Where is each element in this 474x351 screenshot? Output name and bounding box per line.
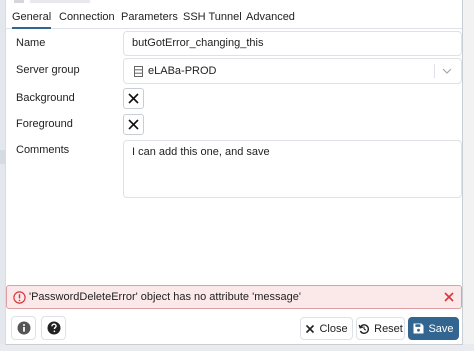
server-properties-dialog: General Connection Parameters SSH Tunnel…	[5, 0, 463, 345]
error-message: 'PasswordDeleteError' object has no attr…	[29, 291, 301, 303]
clear-color-icon	[128, 119, 139, 130]
clear-color-icon	[128, 93, 139, 104]
close-button[interactable]: Close	[300, 317, 353, 340]
server-group-select[interactable]: eLABa-PROD	[123, 58, 462, 84]
server-group-label: Server group	[16, 64, 80, 76]
reset-button-label: Reset	[374, 322, 403, 335]
error-icon	[13, 291, 26, 304]
tab-connection[interactable]: Connection	[59, 7, 115, 29]
error-alert: 'PasswordDeleteError' object has no attr…	[6, 285, 462, 309]
tab-parameters[interactable]: Parameters	[121, 7, 178, 29]
dialog-footer: Close Reset Save	[6, 312, 462, 344]
name-label: Name	[16, 37, 46, 49]
tab-bar: General Connection Parameters SSH Tunnel…	[6, 7, 462, 29]
help-icon	[47, 321, 60, 335]
save-button-label: Save	[428, 322, 454, 335]
comments-textarea[interactable]: I can add this one, and save	[123, 140, 462, 198]
server-group-icon	[134, 66, 143, 77]
help-button[interactable]	[41, 316, 66, 340]
tab-ssh-tunnel[interactable]: SSH Tunnel	[183, 7, 242, 29]
name-input[interactable]: butGotError_changing_this	[123, 31, 462, 56]
save-button[interactable]: Save	[408, 317, 459, 340]
info-icon	[17, 321, 30, 335]
save-icon	[413, 323, 424, 334]
background-color-picker[interactable]	[123, 88, 144, 109]
foreground-label: Foreground	[16, 118, 73, 130]
server-icon	[14, 0, 24, 3]
background-panel-bottom	[0, 344, 474, 351]
dialog-titlebar	[6, 0, 462, 6]
tab-advanced[interactable]: Advanced	[246, 7, 295, 29]
background-panel-right	[463, 0, 474, 351]
comments-label: Comments	[16, 144, 70, 156]
close-icon[interactable]	[443, 291, 455, 303]
close-icon	[306, 324, 315, 333]
chevron-down-icon[interactable]	[442, 66, 452, 76]
reset-icon	[358, 323, 370, 334]
reset-button[interactable]: Reset	[356, 317, 405, 340]
close-button-label: Close	[319, 322, 348, 335]
server-group-value: eLABa-PROD	[148, 65, 217, 77]
background-label: Background	[16, 92, 75, 104]
tab-general[interactable]: General	[12, 7, 52, 29]
foreground-color-picker[interactable]	[123, 114, 144, 135]
select-divider	[434, 64, 435, 78]
info-button[interactable]	[11, 316, 36, 340]
dialog-title	[30, 0, 90, 3]
